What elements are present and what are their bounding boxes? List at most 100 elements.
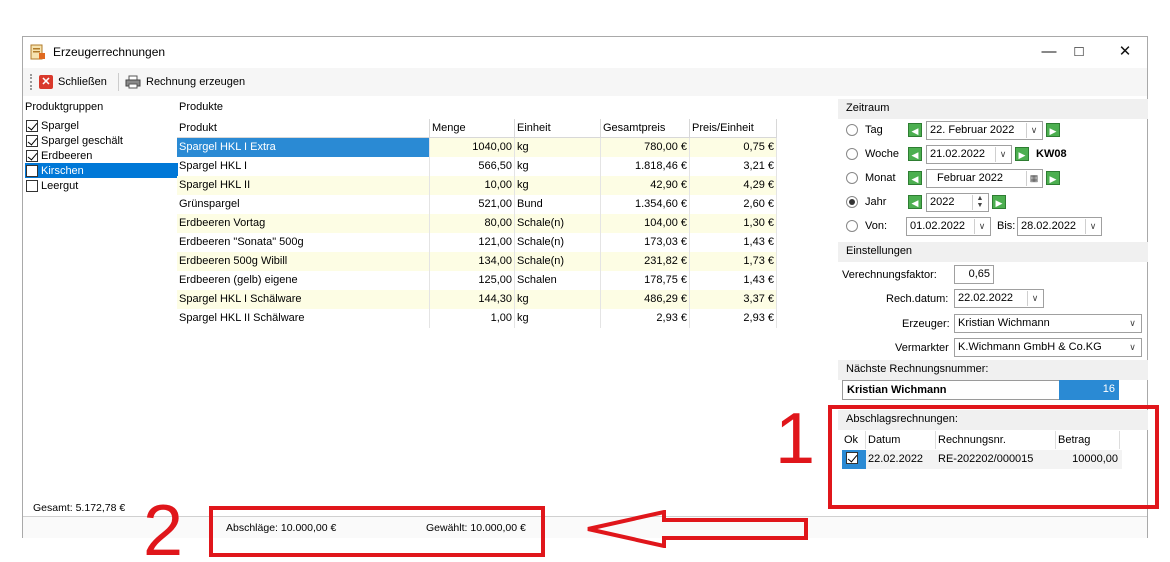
cell-preis-einheit: 1,30 €	[690, 214, 777, 233]
chevron-down-icon: ∨	[995, 147, 1010, 162]
next-week-button[interactable]: ▶	[1015, 147, 1029, 161]
von-date-picker[interactable]: 01.02.2022 ∨	[906, 217, 991, 236]
group-checkbox[interactable]	[26, 149, 38, 162]
group-checkbox[interactable]	[26, 164, 38, 177]
group-item-erdbeeren[interactable]: Erdbeeren	[25, 148, 178, 163]
group-label: Kirschen	[41, 164, 84, 177]
column-header-produkt[interactable]: Produkt	[177, 119, 430, 138]
minimize-button[interactable]: —	[1034, 41, 1064, 63]
radio-button[interactable]	[846, 196, 858, 208]
rechdatum-picker[interactable]: 22.02.2022 ∨	[954, 289, 1044, 308]
cell-produkt: Spargel HKL II Schälware	[177, 309, 430, 328]
cell-einheit: Schale(n)	[515, 233, 601, 252]
radio-button[interactable]	[846, 172, 858, 184]
table-row[interactable]: Spargel HKL I Extra 1040,00 kg 780,00 €0,75…	[177, 138, 777, 157]
next-year-button[interactable]: ▶	[992, 195, 1006, 209]
cell-preis-einheit: 1,73 €	[690, 252, 777, 271]
table-row[interactable]: Spargel HKL I 566,50 kg 1.818,46 €3,21 €	[177, 157, 777, 176]
cell-produkt: Erdbeeren (gelb) eigene	[177, 271, 430, 290]
close-button[interactable]: ✕ Schließen	[39, 73, 107, 91]
close-button-label: Schließen	[58, 76, 107, 88]
create-invoice-label: Rechnung erzeugen	[146, 76, 246, 88]
next-day-button[interactable]: ▶	[1046, 123, 1060, 137]
jahr-spinner[interactable]: 2022 ▲ ▼	[926, 193, 989, 212]
cell-produkt: Spargel HKL I Extra	[177, 138, 430, 157]
cell-einheit: kg	[515, 176, 601, 195]
table-row[interactable]: Erdbeeren Vortag 80,00 Schale(n) 104,00 €1,…	[177, 214, 777, 233]
column-header-gesamtpreis[interactable]: Gesamtpreis	[601, 119, 690, 138]
radio-button[interactable]	[846, 124, 858, 136]
group-item-kirschen[interactable]: Kirschen	[25, 163, 178, 178]
group-item-leergut[interactable]: Leergut	[25, 178, 178, 193]
group-checkbox[interactable]	[26, 179, 38, 192]
cell-produkt: Erdbeeren "Sonata" 500g	[177, 233, 430, 252]
cell-preis-einheit: 2,93 €	[690, 309, 777, 328]
group-checkbox[interactable]	[26, 134, 38, 147]
table-row[interactable]: Grünspargel 521,00 Bund 1.354,60 €2,60 €	[177, 195, 777, 214]
cell-menge: 80,00	[430, 214, 515, 233]
chevron-down-icon: ∨	[1026, 123, 1041, 138]
spinner-arrows-icon: ▲ ▼	[972, 195, 987, 210]
cell-einheit: kg	[515, 290, 601, 309]
radio-woche[interactable]: Woche	[846, 145, 899, 163]
title-bar: Erzeugerrechnungen — □ ✕	[23, 37, 1147, 67]
table-row[interactable]: Erdbeeren (gelb) eigene 125,00 Schalen 178,…	[177, 271, 777, 290]
create-invoice-button[interactable]: Rechnung erzeugen	[125, 73, 245, 91]
radio-tag[interactable]: Tag	[846, 121, 883, 139]
column-header-einheit[interactable]: Einheit	[515, 119, 601, 138]
erzeuger-select[interactable]: Kristian Wichmann ∨	[954, 314, 1142, 333]
close-icon: ✕	[39, 75, 53, 89]
annotation-arrow-icon	[587, 510, 808, 548]
table-row[interactable]: Spargel HKL II Schälware 1,00 kg 2,93 €2,93…	[177, 309, 777, 328]
naechste-number[interactable]: 16	[1059, 380, 1119, 400]
prev-month-button[interactable]: ◀	[908, 171, 922, 185]
erzeuger-label: Erzeuger:	[902, 318, 950, 330]
naechste-header: Nächste Rechnungsnummer:	[838, 360, 1148, 380]
faktor-input[interactable]: 0,65	[954, 265, 994, 284]
annotation-number-1: 1	[775, 399, 816, 479]
column-header-preis-einheit[interactable]: Preis/Einheit	[690, 119, 777, 138]
radio-monat[interactable]: Monat	[846, 169, 896, 187]
next-month-button[interactable]: ▶	[1046, 171, 1060, 185]
toolbar: ✕ Schließen Rechnung erzeugen	[23, 68, 1147, 96]
cell-produkt: Erdbeeren 500g Wibill	[177, 252, 430, 271]
cell-einheit: Schale(n)	[515, 252, 601, 271]
radio-button[interactable]	[846, 220, 858, 232]
prev-week-button[interactable]: ◀	[908, 147, 922, 161]
annotation-number-2: 2	[143, 491, 184, 562]
cell-einheit: kg	[515, 138, 601, 157]
column-header-menge[interactable]: Menge	[430, 119, 515, 138]
radio-label: Woche	[865, 148, 900, 160]
radio-label: Jahr	[865, 196, 887, 208]
cell-gesamtpreis: 42,90 €	[601, 176, 690, 195]
radio-label: Von:	[865, 220, 888, 232]
group-checkbox[interactable]	[26, 119, 38, 132]
vermarkter-select[interactable]: K.Wichmann GmbH & Co.KG ∨	[954, 338, 1142, 357]
radio-von[interactable]: Von:	[846, 217, 887, 235]
table-row[interactable]: Spargel HKL II 10,00 kg 42,90 €4,29 €	[177, 176, 777, 195]
table-row[interactable]: Spargel HKL I Schälware 144,30 kg 486,29 €3…	[177, 290, 777, 309]
vermarkter-label: Vermarkter	[895, 342, 949, 354]
prev-year-button[interactable]: ◀	[908, 195, 922, 209]
cell-menge: 10,00	[430, 176, 515, 195]
annotation-box-2	[209, 506, 545, 557]
radio-button[interactable]	[846, 148, 858, 160]
woche-date-picker[interactable]: 21.02.2022 ∨	[926, 145, 1012, 164]
radio-jahr[interactable]: Jahr	[846, 193, 886, 211]
bis-date-picker[interactable]: 28.02.2022 ∨	[1017, 217, 1102, 236]
cell-produkt: Spargel HKL I	[177, 157, 430, 176]
group-item-spargel[interactable]: Spargel	[25, 118, 178, 133]
cell-preis-einheit: 4,29 €	[690, 176, 777, 195]
tag-date-picker[interactable]: 22. Februar 2022 ∨	[926, 121, 1043, 140]
maximize-button[interactable]: □	[1064, 41, 1094, 63]
week-number: KW08	[1036, 148, 1067, 160]
close-window-button[interactable]: ✕	[1110, 41, 1140, 63]
table-row[interactable]: Erdbeeren 500g Wibill 134,00 Schale(n) 231,…	[177, 252, 777, 271]
cell-gesamtpreis: 1.354,60 €	[601, 195, 690, 214]
monat-picker[interactable]: Februar 2022 ▦	[926, 169, 1043, 188]
chevron-down-icon: ∨	[974, 219, 989, 234]
prev-day-button[interactable]: ◀	[908, 123, 922, 137]
table-row[interactable]: Erdbeeren "Sonata" 500g 121,00 Schale(n) 17…	[177, 233, 777, 252]
group-item-spargel-geschaelt[interactable]: Spargel geschält	[25, 133, 178, 148]
status-bar: Abschläge: 10.000,00 € Gewählt: 10.000,0…	[23, 516, 1147, 538]
